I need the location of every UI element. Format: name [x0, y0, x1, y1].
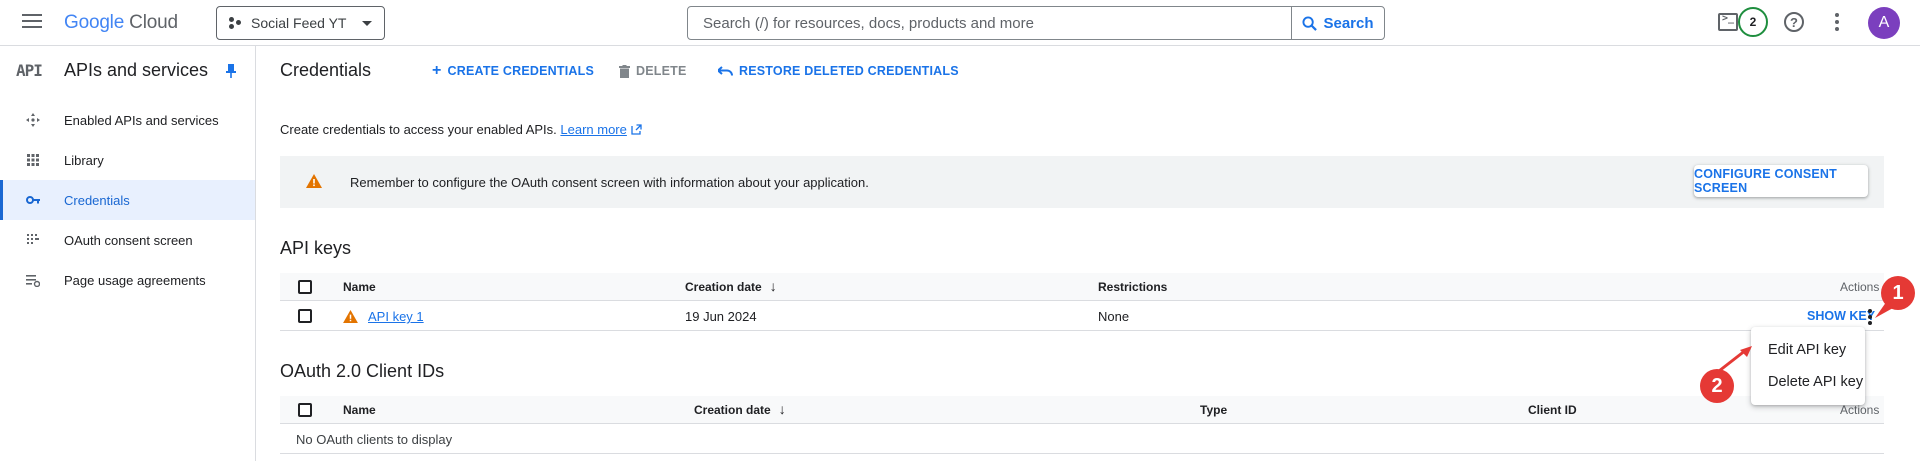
cloud-shell-icon[interactable]	[1718, 13, 1738, 31]
column-creation-date-label: Creation date	[685, 280, 762, 294]
create-credentials-button[interactable]: + CREATE CREDENTIALS	[432, 62, 594, 79]
learn-more-link[interactable]: Learn more	[560, 122, 626, 137]
oauth-table: Name Creation date ↓ Type Client ID Actio…	[280, 396, 1884, 454]
sidebar-item-label: OAuth consent screen	[64, 232, 193, 248]
callout-badge-2: 2	[1700, 369, 1734, 403]
callout-pointer	[1875, 298, 1893, 318]
api-key-name-link[interactable]: API key 1	[368, 309, 424, 324]
search-icon	[1302, 15, 1318, 31]
row-actions-menu: Edit API key Delete API key	[1751, 327, 1865, 405]
sidebar-item-oauth-consent[interactable]: OAuth consent screen	[0, 220, 255, 260]
column-type: Type	[1200, 403, 1228, 417]
apis-icon	[26, 113, 40, 127]
main-content: Credentials + CREATE CREDENTIALS DELETE …	[257, 46, 1920, 461]
table-row: API key 1 19 Jun 2024 None SHOW KEY	[280, 301, 1884, 331]
logo-google-text: Google	[64, 12, 125, 33]
sort-arrow-down-icon: ↓	[778, 401, 786, 417]
creation-date-cell: 19 Jun 2024	[685, 309, 757, 324]
search-button[interactable]: Search	[1291, 7, 1384, 39]
search-button-label: Search	[1323, 14, 1374, 32]
column-actions: Actions	[1840, 403, 1880, 417]
pin-icon[interactable]	[226, 64, 236, 78]
show-key-button[interactable]: SHOW KEY	[1807, 309, 1875, 323]
main-menu-icon[interactable]	[22, 14, 42, 30]
intro-text: Create credentials to access your enable…	[280, 122, 642, 137]
banner-text: Remember to configure the OAuth consent …	[350, 175, 869, 190]
sidebar-header: API APIs and services	[0, 46, 255, 96]
edit-api-key-menu-item[interactable]: Edit API key	[1768, 342, 1846, 358]
sidebar-item-label: Library	[64, 152, 104, 168]
empty-message: No OAuth clients to display	[296, 432, 453, 447]
column-client-id: Client ID	[1528, 403, 1577, 417]
sidebar: API APIs and services Enabled APIs and s…	[0, 46, 256, 461]
sidebar-nav: Enabled APIs and services Library Creden…	[0, 100, 255, 300]
select-all-checkbox[interactable]	[298, 280, 312, 294]
consent-icon	[27, 234, 39, 244]
sidebar-title: APIs and services	[64, 60, 209, 80]
row-checkbox[interactable]	[298, 309, 312, 323]
notifications-badge[interactable]: 2	[1738, 7, 1768, 37]
delete-label: DELETE	[636, 64, 687, 78]
column-creation-date[interactable]: Creation date ↓	[694, 401, 786, 417]
dropdown-caret-icon	[362, 21, 372, 26]
library-icon	[27, 154, 39, 166]
title-bar: Credentials + CREATE CREDENTIALS DELETE …	[257, 46, 1920, 96]
table-header: Name Creation date ↓ Type Client ID Actio…	[280, 396, 1884, 424]
column-creation-date[interactable]: Creation date ↓	[685, 278, 777, 294]
external-link-icon[interactable]	[630, 124, 642, 135]
project-picker[interactable]: Social Feed YT	[216, 6, 385, 40]
search-bar: Search	[687, 6, 1385, 40]
delete-button[interactable]: DELETE	[619, 64, 687, 78]
logo-cloud-text: Cloud	[129, 12, 178, 33]
configure-consent-screen-button[interactable]: CONFIGURE CONSENT SCREEN	[1694, 165, 1868, 197]
plus-icon: +	[432, 62, 442, 79]
table-header: Name Creation date ↓ Restrictions Actions	[280, 273, 1884, 301]
restrictions-cell: None	[1098, 309, 1130, 324]
restore-deleted-credentials-button[interactable]: RESTORE DELETED CREDENTIALS	[718, 64, 959, 78]
column-actions: Actions	[1840, 280, 1880, 294]
trash-icon	[619, 64, 630, 78]
sidebar-item-library[interactable]: Library	[0, 140, 255, 180]
oauth-title: OAuth 2.0 Client IDs	[280, 361, 445, 381]
sidebar-item-label: Credentials	[64, 192, 130, 208]
api-badge-icon: API	[16, 61, 43, 80]
sidebar-item-enabled-apis[interactable]: Enabled APIs and services	[0, 100, 255, 140]
learn-more-label: Learn more	[560, 122, 627, 137]
column-name: Name	[343, 280, 376, 294]
avatar[interactable]: A	[1868, 7, 1900, 39]
delete-api-key-menu-item[interactable]: Delete API key	[1768, 374, 1863, 390]
project-name: Social Feed YT	[251, 15, 347, 31]
select-all-checkbox[interactable]	[298, 403, 312, 417]
undo-icon	[718, 65, 733, 76]
api-keys-title: API keys	[280, 238, 352, 258]
empty-row: No OAuth clients to display	[280, 424, 1884, 454]
top-bar: Google Cloud Social Feed YT Search 2 ? A	[0, 0, 1920, 46]
row-actions-kebab-icon[interactable]	[1868, 309, 1872, 327]
consent-warning-banner: Remember to configure the OAuth consent …	[280, 156, 1884, 208]
sidebar-item-page-usage[interactable]: Page usage agreements	[0, 260, 255, 300]
google-cloud-logo[interactable]: Google Cloud	[64, 12, 178, 34]
column-creation-date-label: Creation date	[694, 403, 771, 417]
sort-arrow-down-icon: ↓	[769, 278, 777, 294]
search-input[interactable]	[688, 7, 1291, 39]
restore-label: RESTORE DELETED CREDENTIALS	[739, 64, 959, 78]
help-icon[interactable]: ?	[1784, 12, 1804, 32]
sidebar-item-label: Page usage agreements	[64, 272, 206, 288]
column-restrictions: Restrictions	[1098, 280, 1168, 294]
column-name: Name	[343, 403, 376, 417]
warning-icon	[343, 310, 358, 323]
more-options-icon[interactable]	[1835, 13, 1839, 34]
key-icon	[26, 196, 40, 204]
agreements-icon	[26, 275, 40, 287]
project-icon	[229, 17, 241, 29]
sidebar-item-credentials[interactable]: Credentials	[0, 180, 255, 220]
sidebar-item-label: Enabled APIs and services	[64, 112, 219, 128]
create-credentials-label: CREATE CREDENTIALS	[447, 64, 594, 78]
intro-description: Create credentials to access your enable…	[280, 122, 557, 137]
api-keys-table: Name Creation date ↓ Restrictions Actions…	[280, 273, 1884, 331]
page-title: Credentials	[280, 60, 372, 80]
warning-icon	[306, 174, 322, 188]
